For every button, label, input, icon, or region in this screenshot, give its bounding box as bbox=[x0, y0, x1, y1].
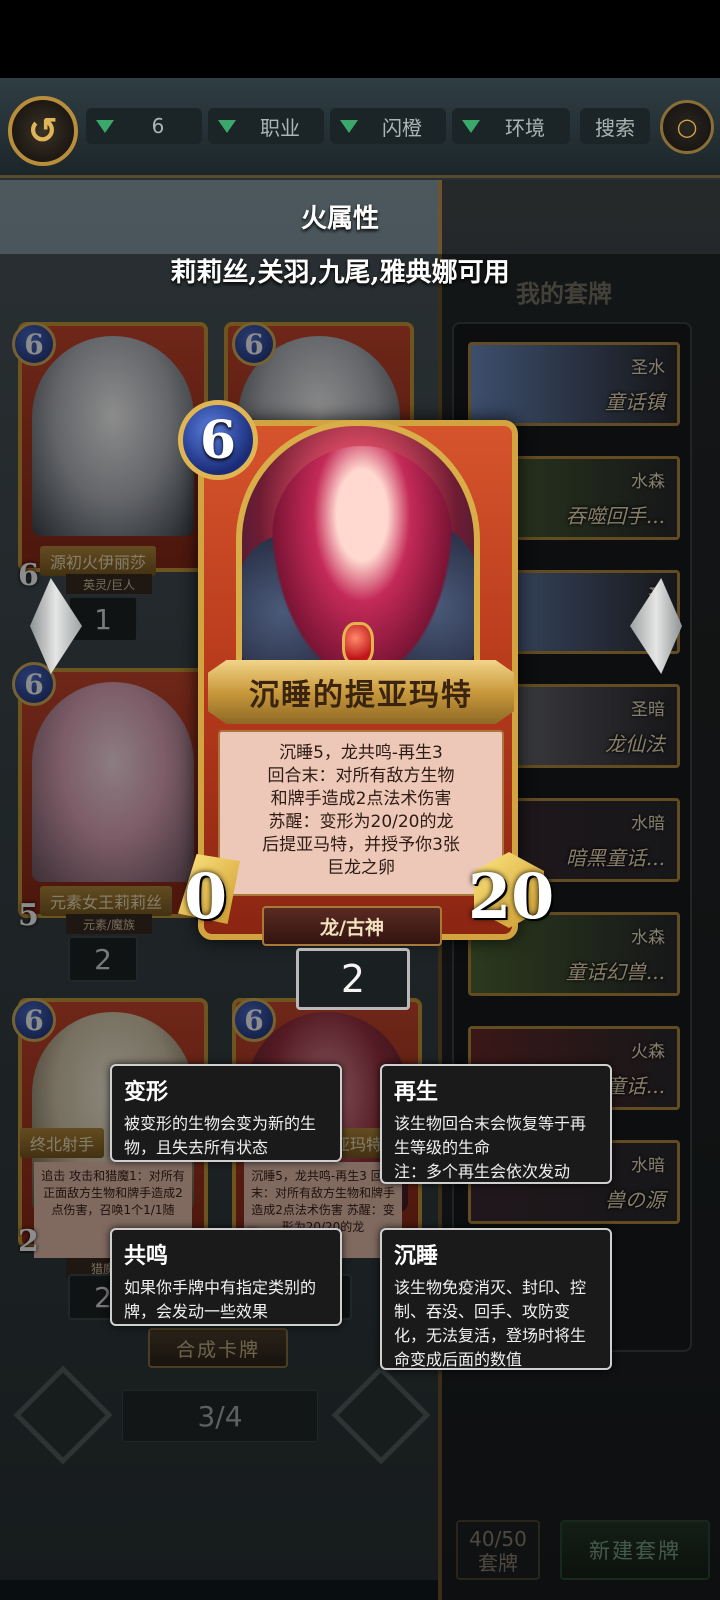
card-copy-count: 2 bbox=[296, 948, 410, 1010]
chevron-left-icon bbox=[30, 578, 82, 674]
keyword-body: 该生物回合末会恢复等于再生等级的生命 注：多个再生会依次发动 bbox=[394, 1114, 587, 1181]
triangle-down-icon bbox=[340, 119, 358, 133]
card-tribe: 龙/古神 bbox=[262, 906, 442, 946]
description-line: 苏醒：变形为20/20的龙 bbox=[268, 812, 454, 832]
keyword-tooltip-regenerate: 再生 该生物回合末会恢复等于再生等级的生命 注：多个再生会依次发动 bbox=[380, 1064, 612, 1184]
next-card-button[interactable] bbox=[630, 578, 682, 674]
card-cost: 6 bbox=[178, 400, 258, 480]
description-line: 和牌手造成2点法术伤害 bbox=[270, 789, 452, 809]
keyword-tooltip-resonance: 共鸣 如果你手牌中有指定类别的牌，会发动一些效果 bbox=[110, 1228, 342, 1326]
keyword-title: 沉睡 bbox=[394, 1244, 439, 1269]
cost-filter[interactable]: 6 bbox=[86, 108, 202, 144]
chevron-right-icon bbox=[630, 578, 682, 674]
environment-filter-label: 环境 bbox=[505, 115, 545, 140]
card-name-banner: 沉睡的提亚玛特 bbox=[208, 660, 514, 724]
keyword-title: 再生 bbox=[394, 1080, 439, 1105]
attribute-title: 火属性 bbox=[300, 204, 379, 234]
deck-builder-screen: ↺ 6 职业 闪橙 环境 搜索 ○ 6 源初火伊丽莎 英灵/巨人 6 1 6 6… bbox=[0, 78, 720, 1600]
keyword-title: 变形 bbox=[124, 1080, 169, 1105]
triangle-down-icon bbox=[218, 119, 236, 133]
class-filter[interactable]: 职业 bbox=[208, 108, 324, 144]
keyword-tooltip-dormant: 沉睡 该生物免疫消灭、封印、控制、吞没、回手、攻防变化，无法复活，登场时将生命变… bbox=[380, 1228, 612, 1370]
class-filter-label: 职业 bbox=[260, 115, 300, 140]
description-line: 回合末：对所有敌方生物 bbox=[267, 766, 455, 786]
fire-gem-icon bbox=[342, 622, 374, 666]
card-description: 沉睡5，龙共鸣-再生3 回合末：对所有敌方生物 和牌手造成2点法术伤害 苏醒：变… bbox=[218, 730, 504, 896]
description-line: 沉睡5，龙共鸣-再生3 bbox=[279, 743, 443, 763]
description-line: 后提亚马特，并授予你3张 bbox=[262, 835, 460, 855]
filter-bar: ↺ 6 职业 闪橙 环境 搜索 ○ bbox=[0, 78, 720, 178]
keyword-tooltip-transform: 变形 被变形的生物会变为新的生物，且失去所有状态 bbox=[110, 1064, 342, 1162]
keyword-body: 该生物免疫消灭、封印、控制、吞没、回手、攻防变化，无法复活，登场时将生命变成后面… bbox=[394, 1278, 587, 1369]
card-health: 20 bbox=[468, 860, 555, 933]
rarity-filter-label: 闪橙 bbox=[382, 115, 422, 140]
card-name: 沉睡的提亚玛特 bbox=[249, 678, 473, 713]
back-arrow-icon: ↺ bbox=[27, 110, 59, 152]
rarity-filter[interactable]: 闪橙 bbox=[330, 108, 446, 144]
card-detail: 6 沉睡的提亚玛特 沉睡5，龙共鸣-再生3 回合末：对所有敌方生物 和牌手造成2… bbox=[178, 400, 554, 956]
triangle-down-icon bbox=[462, 119, 480, 133]
keyword-body: 被变形的生物会变为新的生物，且失去所有状态 bbox=[124, 1114, 317, 1157]
search-button[interactable]: ○ bbox=[660, 100, 714, 154]
back-button[interactable]: ↺ bbox=[8, 96, 78, 166]
previous-card-button[interactable] bbox=[30, 578, 82, 674]
description-line: 巨龙之卵 bbox=[327, 858, 395, 878]
magnifier-icon: ○ bbox=[676, 113, 698, 141]
keyword-title: 共鸣 bbox=[124, 1244, 169, 1269]
triangle-down-icon bbox=[96, 119, 114, 133]
keyword-body: 如果你手牌中有指定类别的牌，会发动一些效果 bbox=[124, 1278, 317, 1321]
search-field[interactable]: 搜索 bbox=[580, 108, 650, 144]
card-attack: 0 bbox=[184, 860, 228, 933]
environment-filter[interactable]: 环境 bbox=[452, 108, 570, 144]
cost-filter-label: 6 bbox=[151, 114, 165, 138]
available-heroes-text: 莉莉丝,关羽,九尾,雅典娜可用 bbox=[170, 258, 510, 288]
